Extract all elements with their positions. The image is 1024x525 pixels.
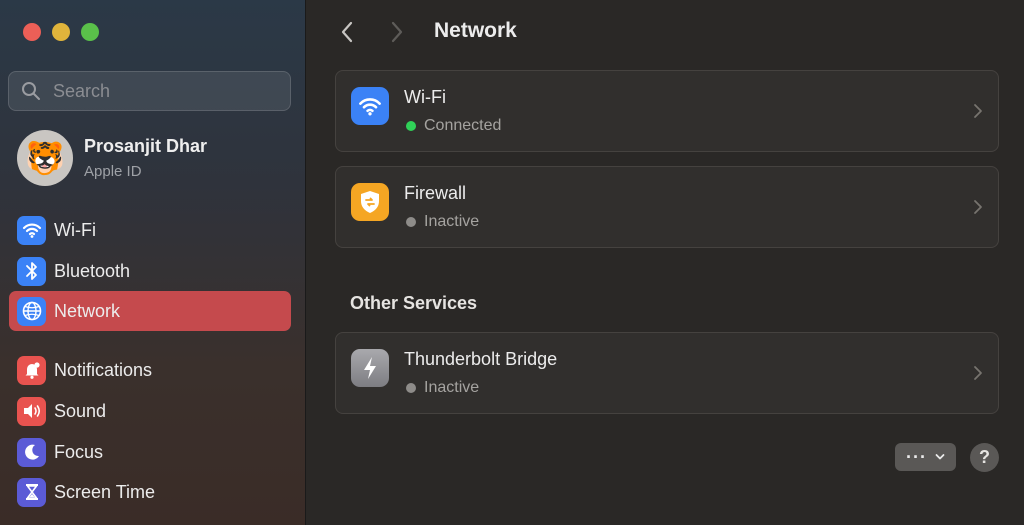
service-status: Inactive xyxy=(406,379,479,397)
status-dot-inactive xyxy=(406,383,416,393)
avatar-tiger-icon: 🐯 xyxy=(25,140,65,176)
forward-button[interactable] xyxy=(386,18,408,46)
search-icon xyxy=(22,82,40,100)
sidebar-item-network[interactable]: Network xyxy=(9,291,291,331)
sidebar-item-wifi[interactable]: Wi-Fi xyxy=(9,210,291,250)
chevron-right-icon xyxy=(974,104,982,118)
chevron-right-icon xyxy=(974,200,982,214)
wifi-icon xyxy=(351,87,389,125)
account-name: Prosanjit Dhar xyxy=(84,136,208,156)
system-settings-window: 🐯 Prosanjit Dhar Apple ID Wi-Fi xyxy=(0,0,1024,525)
window-controls xyxy=(23,23,99,41)
service-row-thunderbolt-bridge[interactable]: Thunderbolt Bridge Inactive xyxy=(335,332,999,414)
ellipsis-icon: ··· xyxy=(906,446,927,467)
bluetooth-icon xyxy=(17,256,46,286)
close-window-button[interactable] xyxy=(23,23,41,41)
apple-id-account[interactable]: 🐯 Prosanjit Dhar Apple ID xyxy=(17,130,207,186)
chevron-right-icon xyxy=(391,21,403,43)
sidebar-item-label: Notifications xyxy=(54,359,153,380)
service-status-text: Inactive xyxy=(424,213,480,230)
chevron-down-icon xyxy=(935,454,945,460)
search-input[interactable] xyxy=(53,80,273,102)
service-row-wifi[interactable]: Wi-Fi Connected xyxy=(335,70,999,152)
sidebar-item-notifications[interactable]: Notifications xyxy=(9,350,291,390)
chevron-left-icon xyxy=(341,21,353,43)
more-actions-button[interactable]: ··· xyxy=(895,443,956,471)
sidebar-item-label: Sound xyxy=(54,400,107,421)
status-dot-connected xyxy=(406,121,416,131)
search-field[interactable] xyxy=(8,71,291,111)
sidebar-item-label: Wi-Fi xyxy=(54,219,96,240)
hourglass-icon xyxy=(17,477,46,507)
page-title: Network xyxy=(434,19,517,42)
wifi-icon xyxy=(17,215,46,245)
minimize-window-button[interactable] xyxy=(52,23,70,41)
main-pane: Network Wi-Fi Connected Firewall Inactiv… xyxy=(306,0,1024,525)
thunderbolt-icon xyxy=(351,349,389,387)
chevron-right-icon xyxy=(974,366,982,380)
service-status-text: Connected xyxy=(424,117,502,134)
moon-icon xyxy=(17,437,46,467)
service-title: Firewall xyxy=(404,183,467,203)
sidebar-item-sound[interactable]: Sound xyxy=(9,391,291,431)
status-dot-inactive xyxy=(406,217,416,227)
service-status: Connected xyxy=(406,117,501,135)
section-title-other-services: Other Services xyxy=(350,293,478,313)
service-title: Thunderbolt Bridge xyxy=(404,349,558,369)
speaker-icon xyxy=(17,396,46,426)
sidebar-item-bluetooth[interactable]: Bluetooth xyxy=(9,251,291,291)
help-button[interactable]: ? xyxy=(970,443,999,472)
sidebar-item-label: Network xyxy=(54,300,121,321)
bell-icon xyxy=(17,355,46,385)
zoom-window-button[interactable] xyxy=(81,23,99,41)
sidebar: 🐯 Prosanjit Dhar Apple ID Wi-Fi xyxy=(0,0,306,525)
sidebar-item-focus[interactable]: Focus xyxy=(9,432,291,472)
sidebar-item-screen-time[interactable]: Screen Time xyxy=(9,472,291,512)
avatar: 🐯 xyxy=(17,130,73,186)
service-status-text: Inactive xyxy=(424,379,480,396)
sidebar-item-label: Focus xyxy=(54,441,104,462)
globe-icon xyxy=(17,296,46,326)
service-row-firewall[interactable]: Firewall Inactive xyxy=(335,166,999,248)
service-status: Inactive xyxy=(406,213,479,231)
sidebar-item-label: Bluetooth xyxy=(54,260,131,281)
service-title: Wi-Fi xyxy=(404,87,446,107)
back-button[interactable] xyxy=(336,18,358,46)
account-subtitle: Apple ID xyxy=(84,163,142,180)
firewall-shield-icon xyxy=(351,183,389,221)
sidebar-item-label: Screen Time xyxy=(54,481,156,502)
